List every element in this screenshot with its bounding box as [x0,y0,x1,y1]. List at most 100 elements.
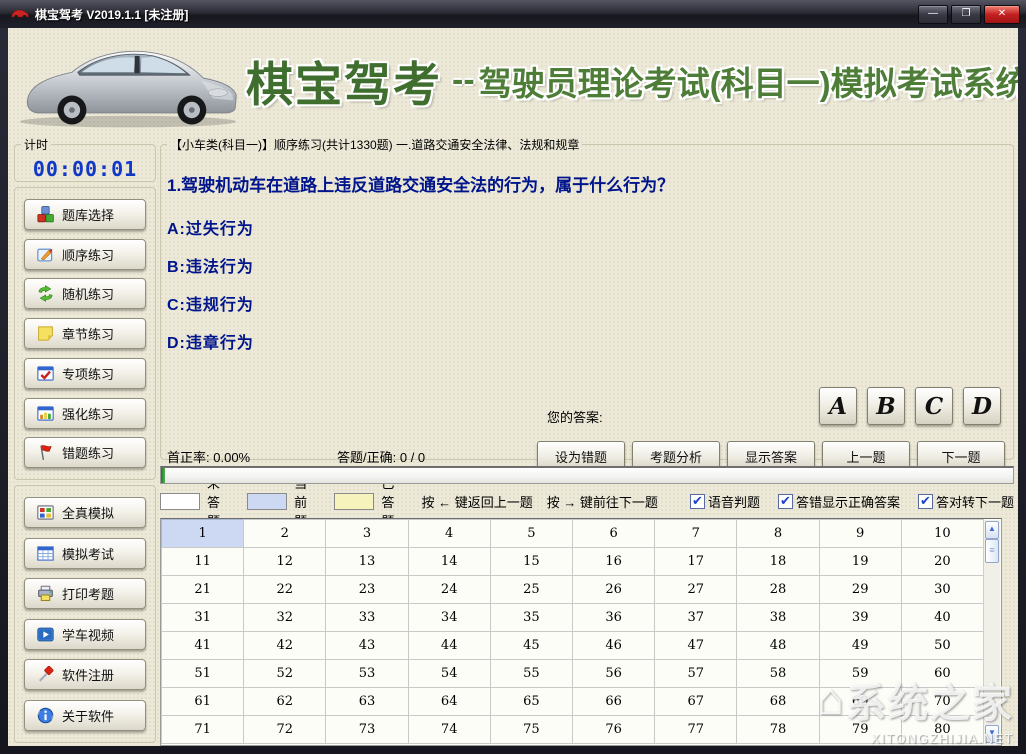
question-cell-80[interactable]: 80 [900,715,984,744]
question-cell-79[interactable]: 79 [818,715,902,744]
question-cell-59[interactable]: 59 [818,659,902,688]
question-cell-52[interactable]: 52 [243,659,327,688]
question-cell-23[interactable]: 23 [325,575,409,604]
checkbox-2-checked[interactable]: ✔ [917,493,933,509]
question-cell-11[interactable]: 11 [161,547,245,576]
question-cell-65[interactable]: 65 [489,687,573,716]
question-cell-20[interactable]: 20 [900,547,984,576]
question-cell-2[interactable]: 2 [243,519,327,548]
question-cell-76[interactable]: 76 [571,715,656,744]
question-cell-6[interactable]: 6 [571,519,656,548]
question-cell-54[interactable]: 54 [407,659,491,688]
question-cell-43[interactable]: 43 [325,631,409,660]
sidebar-button-g1-6[interactable]: 错题练习 [24,437,146,469]
question-cell-7[interactable]: 7 [654,519,738,548]
question-cell-4[interactable]: 4 [407,519,491,548]
sidebar-button-g1-3[interactable]: 章节练习 [24,318,146,349]
question-cell-14[interactable]: 14 [407,547,491,576]
checkbox-1-checked[interactable]: ✔ [777,493,793,509]
question-cell-29[interactable]: 29 [818,575,902,604]
scroll-down-icon[interactable]: ▼ [985,725,999,743]
question-cell-38[interactable]: 38 [736,603,820,632]
question-cell-55[interactable]: 55 [489,659,573,688]
question-cell-71[interactable]: 71 [161,715,245,744]
checkbox-0-checked[interactable]: ✔ [689,493,705,509]
question-cell-33[interactable]: 33 [325,603,409,632]
question-cell-25[interactable]: 25 [489,575,573,604]
sidebar-button-g1-2[interactable]: 随机练习 [24,278,146,310]
question-cell-56[interactable]: 56 [571,659,656,688]
question-cell-35[interactable]: 35 [489,603,573,632]
question-cell-60[interactable]: 60 [900,659,984,688]
question-cell-63[interactable]: 63 [325,687,409,716]
sidebar-button-g2-3[interactable]: 学车视频 [24,618,146,650]
question-cell-9[interactable]: 9 [818,519,902,548]
question-cell-8[interactable]: 8 [736,519,820,548]
question-cell-28[interactable]: 28 [736,575,820,604]
question-cell-27[interactable]: 27 [654,575,738,604]
sidebar-button-g2-5[interactable]: 关于软件 [24,699,146,731]
sidebar-button-g2-0[interactable]: 全真模拟 [24,497,146,529]
question-cell-77[interactable]: 77 [654,715,738,744]
question-cell-53[interactable]: 53 [325,659,409,688]
question-cell-10[interactable]: 10 [900,519,984,548]
question-cell-36[interactable]: 36 [571,603,656,632]
question-cell-74[interactable]: 74 [407,715,491,744]
question-cell-19[interactable]: 19 [818,547,902,576]
question-cell-58[interactable]: 58 [736,659,820,688]
minimize-button[interactable]: — [918,4,948,24]
question-cell-12[interactable]: 12 [243,547,327,576]
answer-button-b[interactable]: B [867,387,905,425]
question-cell-49[interactable]: 49 [818,631,902,660]
question-cell-34[interactable]: 34 [407,603,491,632]
question-cell-41[interactable]: 41 [161,631,245,660]
question-cell-69[interactable]: 69 [818,687,902,716]
question-cell-18[interactable]: 18 [736,547,820,576]
sidebar-button-g1-5[interactable]: 强化练习 [24,397,146,429]
sidebar-button-g2-4[interactable]: 软件注册 [24,659,146,691]
question-cell-15[interactable]: 15 [489,547,573,576]
question-cell-50[interactable]: 50 [900,631,984,660]
question-cell-22[interactable]: 22 [243,575,327,604]
scroll-up-icon[interactable]: ▲ [985,521,999,539]
question-cell-39[interactable]: 39 [818,603,902,632]
sidebar-button-g1-0[interactable]: 题库选择 [24,198,146,230]
sidebar-button-g1-1[interactable]: 顺序练习 [24,238,146,270]
question-cell-26[interactable]: 26 [571,575,656,604]
question-cell-75[interactable]: 75 [489,715,573,744]
question-cell-68[interactable]: 68 [736,687,820,716]
question-cell-67[interactable]: 67 [654,687,738,716]
question-cell-62[interactable]: 62 [243,687,327,716]
question-cell-70[interactable]: 70 [900,687,984,716]
question-cell-57[interactable]: 57 [654,659,738,688]
question-cell-40[interactable]: 40 [900,603,984,632]
sidebar-button-g2-2[interactable]: 打印考题 [24,578,146,610]
scrollbar-thumb[interactable]: ≡ [985,539,999,563]
question-cell-51[interactable]: 51 [161,659,245,688]
question-cell-78[interactable]: 78 [736,715,820,744]
answer-button-d[interactable]: D [963,387,1001,425]
question-cell-45[interactable]: 45 [489,631,573,660]
question-cell-16[interactable]: 16 [571,547,656,576]
sidebar-button-g2-1[interactable]: 模拟考试 [24,537,146,569]
question-cell-13[interactable]: 13 [325,547,409,576]
question-cell-46[interactable]: 46 [571,631,656,660]
question-cell-73[interactable]: 73 [325,715,409,744]
question-cell-3[interactable]: 3 [325,519,409,548]
question-cell-31[interactable]: 31 [161,603,245,632]
sidebar-button-g1-4[interactable]: 专项练习 [24,357,146,389]
question-cell-30[interactable]: 30 [900,575,984,604]
question-cell-61[interactable]: 61 [161,687,245,716]
close-button[interactable]: ✕ [984,4,1020,24]
question-cell-37[interactable]: 37 [654,603,738,632]
question-cell-24[interactable]: 24 [407,575,491,604]
question-cell-32[interactable]: 32 [243,603,327,632]
question-cell-21[interactable]: 21 [161,575,245,604]
question-cell-48[interactable]: 48 [736,631,820,660]
question-cell-72[interactable]: 72 [243,715,327,744]
answer-button-c[interactable]: C [915,387,953,425]
question-cell-47[interactable]: 47 [654,631,738,660]
maximize-button[interactable]: ❐ [951,4,981,24]
question-cell-17[interactable]: 17 [654,547,738,576]
titlebar[interactable]: 棋宝驾考 V2019.1.1 [未注册] — ❐ ✕ [0,0,1026,28]
